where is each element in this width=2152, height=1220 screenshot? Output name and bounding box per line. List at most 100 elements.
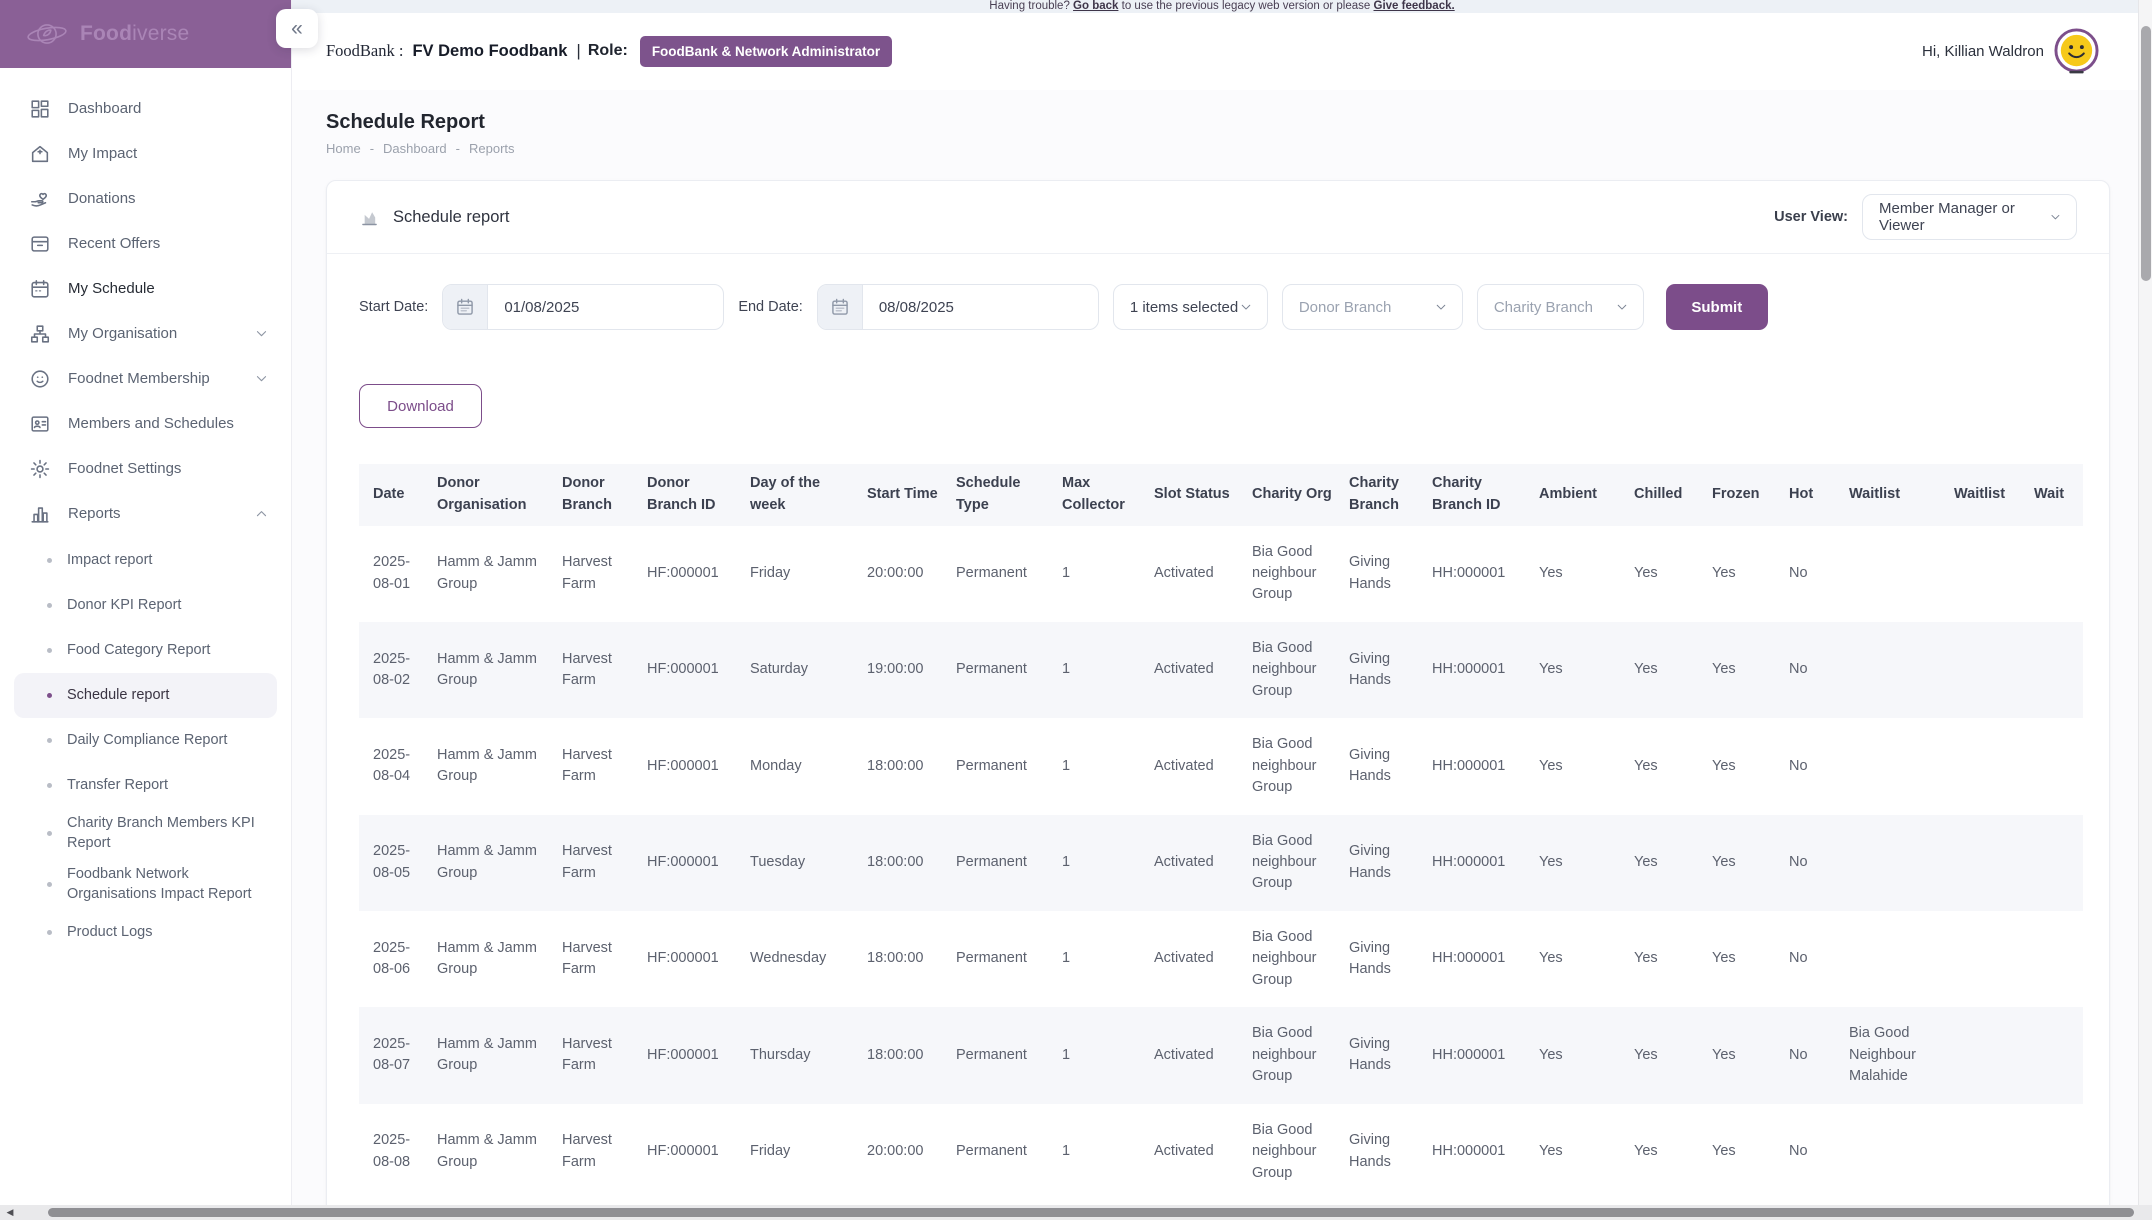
foodbank-name: FV Demo Foodbank (412, 42, 567, 61)
sidebar-subitem-food-category-report[interactable]: Food Category Report (0, 628, 291, 673)
start-date-input[interactable]: 01/08/2025 (442, 284, 724, 330)
end-date-input[interactable]: 08/08/2025 (817, 284, 1099, 330)
sidebar-subitem-label: Product Logs (67, 923, 152, 943)
cell-donor-branch: Harvest Farm (554, 815, 639, 911)
chevron-down-icon (254, 326, 269, 341)
sidebar-logo[interactable]: Foodiverse (0, 0, 291, 68)
cell-waitlist-1: Bia Good Neighbour Malahide (1841, 1007, 1946, 1103)
cell-chilled: Yes (1626, 815, 1704, 911)
cell-waitlist-2 (1946, 718, 2026, 814)
cell-hot: No (1781, 1007, 1841, 1103)
sidebar-item-recent-offers[interactable]: Recent Offers (0, 221, 291, 266)
sidebar-subitem-donor-kpi-report[interactable]: Donor KPI Report (0, 583, 291, 628)
cell-chilled: Yes (1626, 1007, 1704, 1103)
submit-button[interactable]: Submit (1666, 284, 1768, 330)
schedule-type-multiselect[interactable]: 1 items selected (1113, 284, 1268, 330)
bullet-icon (47, 738, 52, 743)
legacy-banner: Having trouble? Go back to use the previ… (292, 0, 2152, 13)
col-frozen: Frozen (1704, 464, 1781, 526)
cell-charity-branch: Giving Hands (1341, 526, 1424, 622)
cell-schedule-type: Permanent (948, 1007, 1054, 1103)
chevron-down-icon (2049, 210, 2062, 224)
cell-slot-status: Activated (1146, 622, 1244, 718)
cell-donor-branch: Harvest Farm (554, 622, 639, 718)
user-avatar[interactable] (2053, 28, 2100, 75)
sidebar-item-my-organisation[interactable]: My Organisation (0, 311, 291, 356)
sidebar-subitem-impact-report[interactable]: Impact report (0, 538, 291, 583)
sidebar-subitem-charity-branch-members-kpi-report[interactable]: Charity Branch Members KPI Report (0, 808, 291, 859)
cell-max-collector: 1 (1054, 622, 1146, 718)
sidebar-collapse-button[interactable]: « (276, 9, 318, 48)
sidebar-item-my-schedule[interactable]: My Schedule (0, 266, 291, 311)
main-area: Having trouble? Go back to use the previ… (292, 0, 2152, 1220)
cell-start-time: 18:00:00 (859, 1007, 948, 1103)
vertical-scrollbar-thumb[interactable] (2141, 26, 2151, 281)
items-selected-value: 1 items selected (1130, 299, 1238, 316)
give-feedback-link[interactable]: Give feedback. (1374, 0, 1455, 12)
breadcrumb-dashboard[interactable]: Dashboard (383, 141, 447, 156)
breadcrumb-home[interactable]: Home (326, 141, 361, 156)
breadcrumb-reports[interactable]: Reports (469, 141, 515, 156)
cell-hot: No (1781, 622, 1841, 718)
cell-donor-branch: Harvest Farm (554, 1104, 639, 1200)
donor-branch-select[interactable]: Donor Branch (1282, 284, 1463, 330)
calendar-icon[interactable] (818, 285, 863, 329)
cell-start-time: 18:00:00 (859, 718, 948, 814)
sidebar-subitem-daily-compliance-report[interactable]: Daily Compliance Report (0, 718, 291, 763)
cell-donor-organisation: Hamm & Jamm Group (429, 815, 554, 911)
user-view-select[interactable]: Member Manager or Viewer (1862, 194, 2077, 240)
charity-branch-select[interactable]: Charity Branch (1477, 284, 1644, 330)
top-header: FoodBank : FV Demo Foodbank | Role: Food… (292, 13, 2152, 90)
calendar-icon[interactable] (443, 285, 488, 329)
sidebar-item-foodnet-membership[interactable]: Foodnet Membership (0, 356, 291, 401)
sidebar-item-members-and-schedules[interactable]: Members and Schedules (0, 401, 291, 446)
horizontal-scrollbar[interactable]: ◀ (0, 1205, 2152, 1220)
sidebar-item-label: My Organisation (68, 325, 177, 342)
sidebar-item-reports[interactable]: Reports (0, 491, 291, 536)
cell-charity-org: Bia Good neighbour Group (1244, 718, 1341, 814)
cell-date: 2025-08-01 (359, 526, 429, 622)
cell-frozen: Yes (1704, 911, 1781, 1007)
chevron-down-icon (254, 371, 269, 386)
cell-charity-org: Bia Good neighbour Group (1244, 526, 1341, 622)
cell-hot: No (1781, 1104, 1841, 1200)
cell-max-collector: 1 (1054, 911, 1146, 1007)
sidebar-item-foodnet-settings[interactable]: Foodnet Settings (0, 446, 291, 491)
horizontal-scrollbar-thumb[interactable] (48, 1208, 2134, 1217)
sidebar-subitem-schedule-report[interactable]: Schedule report (14, 673, 277, 718)
bullet-icon (47, 783, 52, 788)
sidebar-subitem-label: Impact report (67, 551, 152, 571)
sidebar-item-donations[interactable]: Donations (0, 176, 291, 221)
membership-icon (29, 368, 51, 390)
go-back-link[interactable]: Go back (1073, 0, 1118, 12)
cell-chilled: Yes (1626, 911, 1704, 1007)
cell-charity-branch: Giving Hands (1341, 718, 1424, 814)
cell-schedule-type: Permanent (948, 911, 1054, 1007)
cell-donor-organisation: Hamm & Jamm Group (429, 1104, 554, 1200)
cell-charity-branch: Giving Hands (1341, 1104, 1424, 1200)
col-schedule-type: Schedule Type (948, 464, 1054, 526)
cell-waitlist-1 (1841, 718, 1946, 814)
cell-donor-branch: Harvest Farm (554, 911, 639, 1007)
cell-donor-branch-id: HF:000001 (639, 526, 742, 622)
cell-donor-organisation: Hamm & Jamm Group (429, 718, 554, 814)
table-row: 2025-08-02Hamm & Jamm GroupHarvest FarmH… (359, 622, 2083, 718)
start-date-label: Start Date: (359, 299, 428, 315)
scroll-left-arrow-icon[interactable]: ◀ (0, 1208, 20, 1218)
sidebar-subitem-transfer-report[interactable]: Transfer Report (0, 763, 291, 808)
cell-slot-status: Activated (1146, 526, 1244, 622)
sidebar-item-dashboard[interactable]: Dashboard (0, 86, 291, 131)
vertical-scrollbar[interactable] (2138, 0, 2152, 1205)
user-view-group: User View: Member Manager or Viewer (1774, 194, 2077, 240)
sidebar-subitem-product-logs[interactable]: Product Logs (0, 910, 291, 955)
sidebar-subitem-foodbank-network-organisations-impact-report[interactable]: Foodbank Network Organisations Impact Re… (0, 859, 291, 910)
cell-charity-branch-id: HH:000001 (1424, 718, 1531, 814)
bullet-icon (47, 648, 52, 653)
col-slot-status: Slot Status (1146, 464, 1244, 526)
download-button[interactable]: Download (359, 384, 482, 428)
col-max-collector: Max Collector (1054, 464, 1146, 526)
table-body: 2025-08-01Hamm & Jamm GroupHarvest FarmH… (359, 526, 2083, 1201)
sidebar-item-my-impact[interactable]: My Impact (0, 131, 291, 176)
donations-icon (29, 188, 51, 210)
cell-schedule-type: Permanent (948, 815, 1054, 911)
